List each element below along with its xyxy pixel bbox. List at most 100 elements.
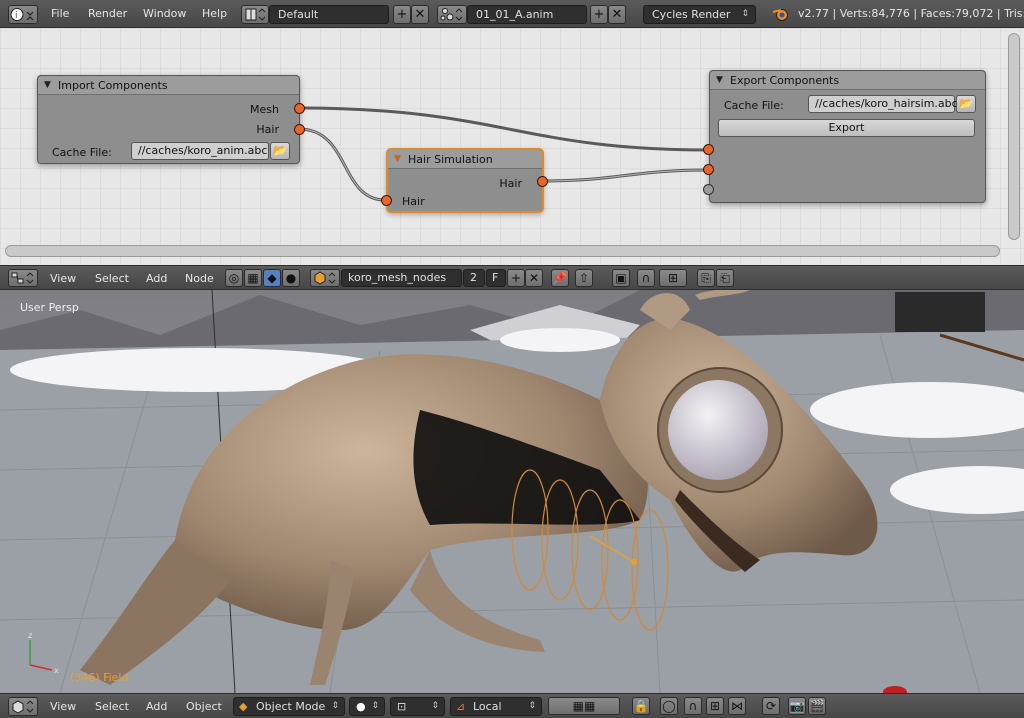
socket-export-input-empty[interactable] [703, 184, 714, 195]
opengl-render-button[interactable]: 📷 [788, 697, 806, 715]
node-header[interactable]: ▼ Import Components [38, 76, 299, 95]
editor-type-selector[interactable]: i [8, 5, 38, 24]
node-header[interactable]: ▼ Export Components [710, 71, 985, 90]
blender-logo-icon [772, 9, 788, 21]
snow-patch [500, 328, 620, 352]
orientation-label: Local [473, 700, 502, 713]
snap-target-select[interactable]: ⋈ [728, 697, 746, 715]
cube-icon [314, 271, 336, 285]
shading-select[interactable]: ● ⇕ [349, 697, 385, 716]
go-parent-button[interactable]: ⇧ [575, 269, 593, 287]
socket-hair-sim-input[interactable] [381, 195, 392, 206]
fake-user-toggle[interactable]: F [486, 269, 506, 287]
vertical-scrollbar[interactable] [1008, 33, 1020, 240]
menu-add[interactable]: Add [146, 272, 167, 285]
menu-window[interactable]: Window [143, 7, 186, 20]
object-tree-button[interactable]: ◆ [263, 269, 281, 287]
horizontal-scrollbar[interactable] [5, 245, 1000, 257]
transform-orientation-select[interactable]: ⊿ Local ⇕ [450, 697, 542, 716]
snap-target-icon: ⋈ [731, 699, 743, 713]
menu-select[interactable]: Select [95, 272, 129, 285]
close-icon: ✕ [611, 7, 623, 22]
opengl-animation-button[interactable]: 🎬 [808, 697, 826, 715]
close-icon: ✕ [414, 7, 426, 22]
snap-toggle[interactable]: ∩ [637, 269, 655, 287]
unlink-node-tree-button[interactable]: ✕ [525, 269, 543, 287]
menu-render[interactable]: Render [88, 7, 127, 20]
import-components-node[interactable]: ▼ Import Components Mesh Hair Cache File… [37, 75, 300, 164]
copy-nodes-button[interactable]: ⎘ [697, 269, 715, 287]
layers-grid[interactable]: ▦▦ [548, 697, 620, 715]
chevron-updown-icon: ⇕ [331, 701, 339, 711]
screen-layout-field[interactable]: Default [269, 5, 389, 24]
menu-select[interactable]: Select [95, 700, 129, 713]
menu-node[interactable]: Node [185, 272, 214, 285]
node-tree-browse[interactable] [310, 269, 340, 287]
socket-mesh-output[interactable] [294, 103, 305, 114]
file-browse-button[interactable]: 📂 [270, 142, 290, 160]
node-tree-name[interactable]: koro_mesh_nodes [341, 269, 462, 287]
add-screen-button[interactable]: + [393, 5, 411, 24]
new-node-tree-button[interactable]: + [507, 269, 525, 287]
shader-tree-button[interactable]: ◎ [225, 269, 243, 287]
plus-icon: + [396, 7, 408, 22]
delete-screen-button[interactable]: ✕ [411, 5, 429, 24]
node-title: Import Components [58, 79, 168, 92]
socket-label-mesh: Mesh [250, 103, 279, 116]
node-editor-header: View Select Add Node ◎ ▦ ◆ ● koro_mesh_n… [0, 265, 1024, 290]
menu-add[interactable]: Add [146, 700, 167, 713]
node-editor-icon [11, 272, 34, 284]
socket-export-input-2[interactable] [703, 164, 714, 175]
export-components-node[interactable]: ▼ Export Components Cache File: //caches… [709, 70, 986, 203]
socket-hair-output[interactable] [294, 124, 305, 135]
proportional-edit-button[interactable]: ◯ [660, 697, 678, 715]
backdrop-button[interactable]: ▣ [612, 269, 630, 287]
file-browse-button[interactable]: 📂 [956, 95, 976, 113]
texture-tree-button[interactable]: ▦ [244, 269, 262, 287]
socket-export-input-1[interactable] [703, 144, 714, 155]
node-editor-canvas[interactable]: ▼ Import Components Mesh Hair Cache File… [0, 28, 1024, 265]
socket-hair-sim-output[interactable] [537, 176, 548, 187]
lock-layer-button[interactable]: 🔒 [632, 697, 650, 715]
cache-file-input[interactable]: //caches/koro_anim.abc [131, 142, 269, 160]
folder-icon: 📂 [959, 97, 973, 110]
link-hair-sim-inner [298, 128, 386, 201]
collapse-triangle-icon[interactable]: ▼ [716, 71, 723, 90]
background-structure [895, 292, 985, 332]
add-scene-button[interactable]: + [590, 5, 608, 24]
plus-icon: + [510, 271, 522, 285]
editor-type-selector[interactable] [8, 269, 38, 287]
node-header[interactable]: ▼ Hair Simulation [388, 150, 542, 169]
collapse-triangle-icon[interactable]: ▼ [394, 150, 401, 169]
editor-type-selector[interactable] [8, 697, 38, 716]
snap-element[interactable]: ⊞ [659, 269, 687, 287]
snap-element-select[interactable]: ⊞ [706, 697, 724, 715]
scene-stats: v2.77 | Verts:84,776 | Faces:79,072 | Tr… [798, 7, 1024, 20]
magnet-icon: ∩ [641, 271, 651, 285]
hair-simulation-node[interactable]: ▼ Hair Simulation Hair Hair [387, 149, 543, 212]
paste-nodes-button[interactable]: ⎗ [716, 269, 734, 287]
delete-scene-button[interactable]: ✕ [608, 5, 626, 24]
snap-toggle[interactable]: ∩ [684, 697, 702, 715]
interaction-mode-select[interactable]: ◆ Object Mode ⇕ [233, 697, 345, 716]
socket-label-hair-out: Hair [499, 177, 522, 190]
render-engine-select[interactable]: Cycles Render ⇕ [643, 5, 756, 24]
cache-file-input[interactable]: //caches/koro_hairsim.abc [808, 95, 958, 113]
scene-field[interactable]: 01_01_A.anim [467, 5, 587, 24]
3d-viewport[interactable]: z x User Persp (346) Field [0, 290, 1024, 693]
align-rotation-button[interactable]: ⟳ [762, 697, 780, 715]
export-button[interactable]: Export [718, 119, 975, 137]
menu-view[interactable]: View [50, 700, 76, 713]
scene-selector[interactable] [437, 5, 467, 24]
menu-file[interactable]: File [51, 7, 69, 20]
menu-view[interactable]: View [50, 272, 76, 285]
mode-label: Object Mode [256, 700, 326, 713]
pin-button[interactable]: 📌 [551, 269, 569, 287]
pivot-point-select[interactable]: ⊡ ⇕ [390, 697, 445, 716]
menu-help[interactable]: Help [202, 7, 227, 20]
socket-label-hair: Hair [256, 123, 279, 136]
collapse-triangle-icon[interactable]: ▼ [44, 76, 51, 95]
menu-object[interactable]: Object [186, 700, 222, 713]
screen-layout-selector[interactable] [241, 5, 269, 24]
compositing-tree-button[interactable]: ● [282, 269, 300, 287]
